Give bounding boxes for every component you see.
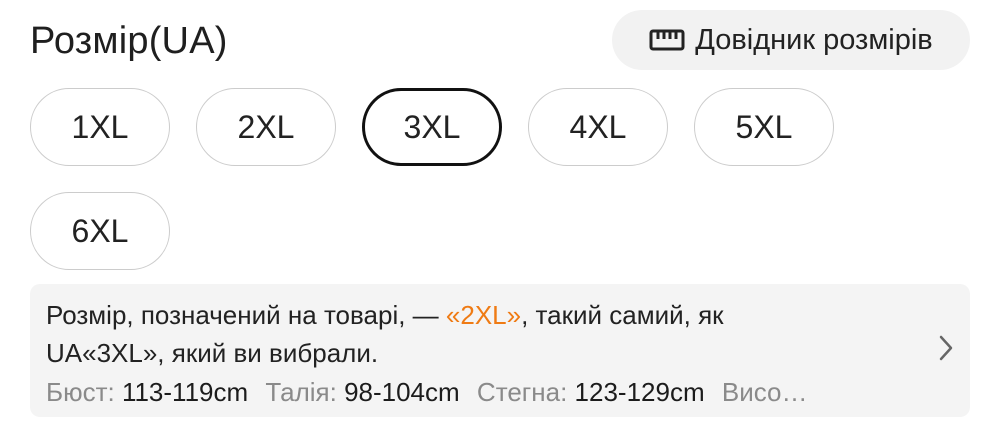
- label-size-highlight: «2XL»: [445, 300, 522, 330]
- size-match-text-before: Розмір, позначений на товарі, —: [46, 300, 446, 330]
- hips-value: 123-129cm: [574, 377, 705, 407]
- size-option-1xl[interactable]: 1XL: [30, 88, 170, 166]
- page-title: Розмір(UA): [30, 20, 228, 62]
- waist-label: Талія:: [265, 377, 337, 407]
- waist-value: 98-104cm: [344, 377, 460, 407]
- height-label: Висо…: [721, 377, 808, 407]
- bust-value: 113-119cm: [121, 377, 249, 407]
- size-match-text-after: , такий самий, як: [521, 300, 724, 330]
- size-option-2xl[interactable]: 2XL: [196, 88, 336, 166]
- chevron-right-icon: [938, 334, 954, 367]
- measurements: Бюст: 113-119cm Талія: 98-104cm Стегна: …: [46, 374, 921, 410]
- size-guide-button[interactable]: Довідник розмірів: [612, 10, 970, 70]
- size-options: 1XL 2XL 3XL 4XL 5XL 6XL: [30, 88, 860, 270]
- size-match-info[interactable]: Розмір, позначений на товарі, — «2XL», т…: [30, 284, 970, 417]
- size-match-selected-text: UA«3XL», який ви вибрали.: [46, 338, 379, 368]
- size-match-text: Розмір, позначений на товарі, — «2XL», т…: [46, 296, 890, 334]
- size-option-3xl[interactable]: 3XL: [362, 88, 502, 166]
- size-option-4xl[interactable]: 4XL: [528, 88, 668, 166]
- ruler-icon: [649, 28, 685, 52]
- hips-label: Стегна:: [476, 377, 568, 407]
- size-option-5xl[interactable]: 5XL: [694, 88, 834, 166]
- bust-label: Бюст:: [46, 377, 115, 407]
- size-guide-label: Довідник розмірів: [695, 23, 933, 56]
- size-option-6xl[interactable]: 6XL: [30, 192, 170, 270]
